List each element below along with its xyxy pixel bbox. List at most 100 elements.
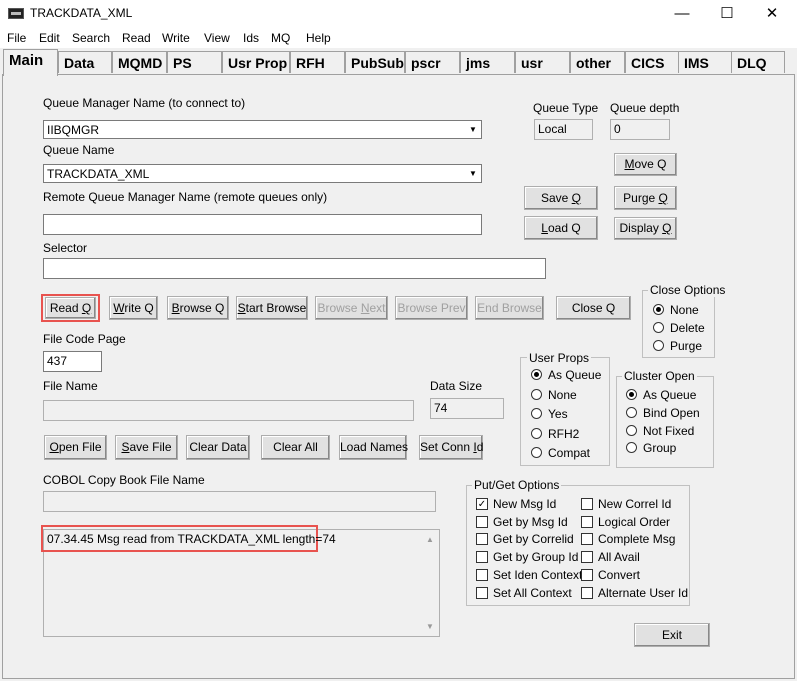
browse-next-button[interactable]: Browse Next	[315, 296, 388, 320]
new-correl-id-checkbox[interactable]	[581, 498, 593, 510]
convert-checkbox[interactable]	[581, 569, 593, 581]
new-msg-id-checkbox[interactable]: ✓	[476, 498, 488, 510]
user-props-yes-radio[interactable]	[531, 408, 542, 419]
set-all-context-checkbox[interactable]	[476, 587, 488, 599]
message-log-text: 07.34.45 Msg read from TRACKDATA_XML len…	[47, 532, 336, 546]
close-q-button[interactable]: Close Q	[556, 296, 631, 320]
save-file-button[interactable]: Save File	[115, 435, 178, 460]
maximize-button[interactable]: ☐	[704, 0, 750, 28]
read-q-button[interactable]: Read Q	[45, 297, 96, 319]
alternate-user-id-checkbox[interactable]	[581, 587, 593, 599]
tab-other[interactable]: other	[570, 51, 625, 73]
queue-manager-combo[interactable]: IIBQMGR ▼	[43, 120, 482, 139]
put-get-options-title: Put/Get Options	[472, 478, 562, 492]
get-by-msg-id-label: Get by Msg Id	[493, 515, 568, 529]
cluster-not-fixed-radio[interactable]	[626, 425, 637, 436]
get-by-group-id-checkbox[interactable]	[476, 551, 488, 563]
scroll-down-icon[interactable]: ▼	[426, 622, 434, 631]
start-browse-button[interactable]: Start Browse	[236, 296, 308, 320]
set-iden-context-label: Set Iden Context	[493, 568, 583, 582]
all-avail-checkbox[interactable]	[581, 551, 593, 563]
remote-qm-input[interactable]	[43, 214, 482, 235]
user-props-compat-radio[interactable]	[531, 447, 542, 458]
browse-prev-button[interactable]: Browse Prev	[395, 296, 468, 320]
selector-input[interactable]	[43, 258, 546, 279]
file-name-field	[43, 400, 414, 421]
close-purge-radio[interactable]	[653, 340, 664, 351]
purge-q-button[interactable]: Purge Q	[614, 186, 677, 210]
queue-type-field: Local	[534, 119, 593, 140]
tab-pscr[interactable]: pscr	[405, 51, 460, 73]
tab-data[interactable]: Data	[58, 51, 112, 73]
browse-q-button[interactable]: Browse Q	[167, 296, 229, 320]
end-browse-button[interactable]: End Browse	[475, 296, 544, 320]
menu-file[interactable]: File	[7, 31, 26, 45]
save-q-button[interactable]: Save Q	[524, 186, 598, 210]
move-q-button[interactable]: Move Q	[614, 153, 677, 176]
scroll-up-icon[interactable]: ▲	[426, 535, 434, 544]
new-correl-id-label: New Correl Id	[598, 497, 672, 511]
display-q-button[interactable]: Display Q	[614, 217, 677, 240]
tab-rfh[interactable]: RFH	[290, 51, 345, 73]
clear-data-button[interactable]: Clear Data	[186, 435, 250, 460]
get-by-correlid-label: Get by Correlid	[493, 532, 574, 546]
close-delete-radio[interactable]	[653, 322, 664, 333]
tab-ims[interactable]: IMS	[678, 51, 733, 73]
logical-order-checkbox[interactable]	[581, 516, 593, 528]
open-file-button[interactable]: Open File	[44, 435, 107, 460]
menu-search[interactable]: Search	[72, 31, 110, 45]
get-by-msg-id-checkbox[interactable]	[476, 516, 488, 528]
menu-read[interactable]: Read	[122, 31, 151, 45]
cluster-as-queue-radio[interactable]	[626, 389, 637, 400]
queue-name-combo[interactable]: TRACKDATA_XML ▼	[43, 164, 482, 183]
menu-view[interactable]: View	[204, 31, 230, 45]
tab-ps[interactable]: PS	[167, 51, 222, 73]
cluster-group-radio[interactable]	[626, 442, 637, 453]
complete-msg-label: Complete Msg	[598, 532, 676, 546]
menu-mq[interactable]: MQ	[271, 31, 290, 45]
chevron-down-icon[interactable]: ▼	[466, 166, 480, 181]
menu-ids[interactable]: Ids	[243, 31, 259, 45]
set-iden-context-checkbox[interactable]	[476, 569, 488, 581]
set-conn-id-button[interactable]: Set Conn Id	[419, 435, 483, 460]
load-q-button[interactable]: Load Q	[524, 216, 598, 240]
cluster-bind-open-radio[interactable]	[626, 407, 637, 418]
queue-depth-label: Queue depth	[610, 101, 680, 115]
close-window-button[interactable]: ✕	[749, 0, 795, 28]
new-msg-id-label: New Msg Id	[493, 497, 557, 511]
menu-edit[interactable]: Edit	[39, 31, 60, 45]
tab-dlq[interactable]: DLQ	[731, 51, 785, 73]
menu-help[interactable]: Help	[306, 31, 331, 45]
tab-usr[interactable]: usr	[515, 51, 570, 73]
get-by-correlid-checkbox[interactable]	[476, 533, 488, 545]
user-props-none-radio[interactable]	[531, 389, 542, 400]
selector-label: Selector	[43, 241, 88, 255]
tab-pubsub[interactable]: PubSub	[345, 51, 405, 73]
close-none-radio[interactable]	[653, 304, 664, 315]
menu-write[interactable]: Write	[162, 31, 190, 45]
cluster-as-queue-label: As Queue	[643, 388, 697, 402]
chevron-down-icon[interactable]: ▼	[466, 122, 480, 137]
user-props-as-queue-radio[interactable]	[531, 369, 542, 380]
cobol-label: COBOL Copy Book File Name	[43, 473, 205, 487]
exit-button[interactable]: Exit	[634, 623, 710, 647]
user-props-as-queue-label: As Queue	[548, 368, 602, 382]
tab-jms[interactable]: jms	[460, 51, 515, 73]
close-delete-label: Delete	[670, 321, 705, 335]
queue-name-label: Queue Name	[43, 143, 115, 157]
complete-msg-checkbox[interactable]	[581, 533, 593, 545]
get-by-group-id-label: Get by Group Id	[493, 550, 579, 564]
tab-cics[interactable]: CICS	[625, 51, 680, 73]
write-q-button[interactable]: Write Q	[109, 296, 158, 320]
minimize-button[interactable]: —	[659, 0, 705, 28]
clear-all-button[interactable]: Clear All	[261, 435, 330, 460]
cluster-not-fixed-label: Not Fixed	[643, 424, 695, 438]
remote-qm-label: Remote Queue Manager Name (remote queues…	[43, 190, 328, 204]
file-code-page-input[interactable]: 437	[43, 351, 102, 372]
cluster-bind-open-label: Bind Open	[643, 406, 700, 420]
user-props-rfh2-radio[interactable]	[531, 428, 542, 439]
tab-main[interactable]: Main	[3, 49, 58, 76]
tab-mqmd[interactable]: MQMD	[112, 51, 167, 73]
tab-usr-prop[interactable]: Usr Prop	[222, 51, 290, 73]
load-names-button[interactable]: Load Names	[339, 435, 408, 460]
